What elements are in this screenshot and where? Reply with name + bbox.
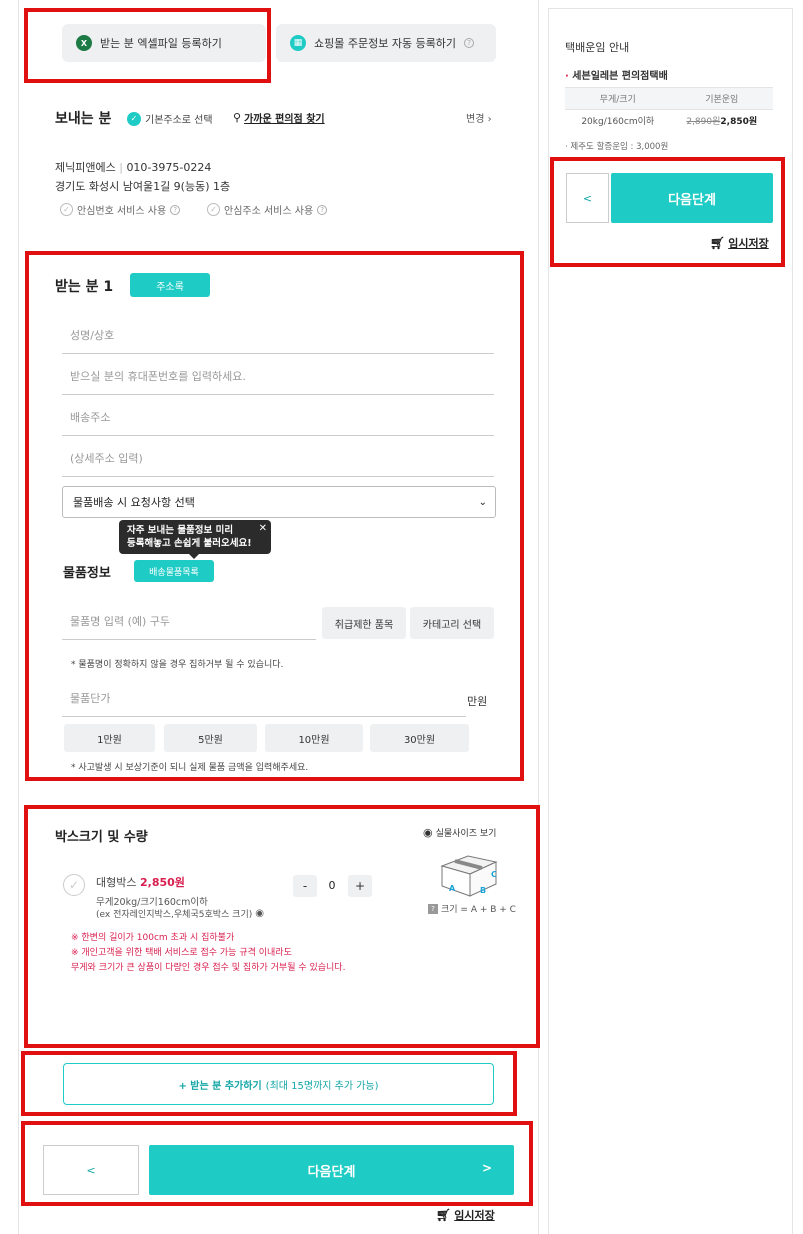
rate-table: 무게/크기 기본운임 20kg/160cm이하 2,890원2,850원 [565,87,773,132]
check-circle-icon: ✓ [207,203,220,216]
default-address-option[interactable]: ✓ 기본주소로 선택 [127,111,213,126]
rate-old-price: 2,890원 [686,117,721,128]
shop-import-label: 쇼핑몰 주문정보 자동 등록하기 [314,37,457,50]
nearby-store-link[interactable]: ⚲ 가까운 편의점 찾기 [233,110,325,125]
highlight-box [24,805,540,1048]
rate-new-price: 2,850원 [720,117,758,128]
main-divider [538,0,539,1234]
highlight-box [21,1121,533,1206]
highlight-box [550,157,785,267]
sender-name-phone: 제닉피앤에스 | 010-3975-0224 [55,161,212,174]
nearby-store-label: 가까운 편의점 찾기 [244,114,325,125]
left-border [18,0,19,1234]
check-circle-icon: ✓ [127,111,141,126]
rate-row-size: 20kg/160cm이하 [565,109,671,132]
rate-col-price: 기본운임 [670,87,773,110]
help-icon[interactable]: ? [317,204,328,215]
help-icon[interactable]: ? [170,204,181,215]
shop-import-button[interactable]: ▦ 쇼핑몰 주문정보 자동 등록하기 ? [276,24,496,62]
default-address-label: 기본주소로 선택 [145,115,213,126]
side-title: 택배운임 안내 [565,41,630,54]
rate-col-size: 무게/크기 [565,87,671,110]
chevron-right-icon: › [484,114,492,125]
bottom-temp-save-label: 임시저장 [454,1209,495,1222]
side-carrier: · 세븐일레븐 편의점택배 [565,71,668,82]
highlight-box [25,251,524,781]
jeju-surcharge: · 제주도 할증운임 : 3,000원 [565,142,669,152]
sender-phone: 010-3975-0224 [126,161,212,174]
highlight-box [24,8,271,83]
store-icon: ▦ [290,35,306,51]
change-sender-link[interactable]: 변경 › [466,110,492,125]
sender-address: 경기도 화성시 남여울1길 9(능동) 1층 [55,180,231,193]
side-top-border [548,8,793,9]
sender-name: 제닉피앤에스 [55,161,116,174]
highlight-box [21,1051,517,1116]
side-carrier-name: 세븐일레븐 편의점택배 [572,71,668,82]
location-pin-icon: ⚲ [233,111,242,124]
change-label: 변경 [466,114,485,125]
safe-number-label: 안심번호 서비스 사용 [77,206,167,217]
check-circle-icon: ✓ [60,203,73,216]
sender-title: 보내는 분 [55,111,112,127]
side-left-border [548,8,549,1234]
rate-row-price: 2,890원2,850원 [670,109,773,132]
safe-address-label: 안심주소 서비스 사용 [224,206,314,217]
safe-address-option[interactable]: ✓ 안심주소 서비스 사용 ? [207,202,328,217]
safe-number-option[interactable]: ✓ 안심번호 서비스 사용 ? [60,202,181,217]
bottom-temp-save-link[interactable]: 🛒︎ 임시저장 [436,1207,495,1223]
cart-icon: 🛒︎ [436,1208,452,1222]
side-right-border [792,8,793,1234]
help-icon[interactable]: ? [464,38,475,48]
